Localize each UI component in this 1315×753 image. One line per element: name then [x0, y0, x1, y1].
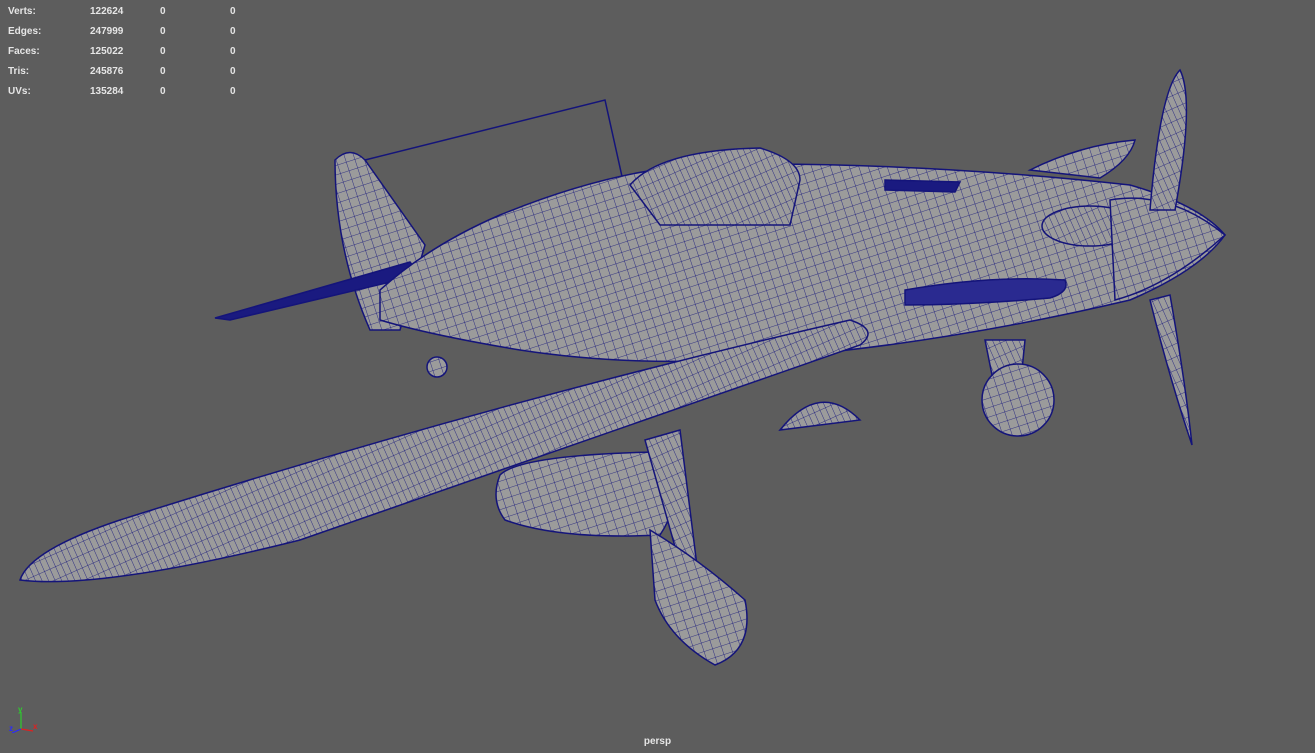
- hud-label: Edges:: [8, 25, 42, 37]
- hud-components: 0: [230, 65, 236, 77]
- hud-total: 135284: [90, 85, 124, 97]
- hud-total: 245876: [90, 65, 124, 77]
- hud-components: 0: [230, 45, 236, 57]
- hud-row-tris: Tris: 245876 0 0: [8, 61, 250, 81]
- exhaust-upper: [884, 179, 962, 193]
- axis-x-label: x: [33, 722, 38, 731]
- hud-row-edges: Edges: 247999 0 0: [8, 21, 250, 41]
- tail-wheel: [426, 356, 448, 378]
- axis-y-label: y: [18, 705, 23, 714]
- hud-label: Faces:: [8, 45, 40, 57]
- canopy: [629, 147, 801, 226]
- wheel-right: [981, 363, 1055, 437]
- axis-z-label: z: [9, 724, 13, 733]
- wheel-left: [649, 528, 748, 666]
- hud-selected: 0: [160, 85, 166, 97]
- hud-components: 0: [230, 25, 236, 37]
- hud-components: 0: [230, 5, 236, 17]
- flap: [778, 401, 862, 431]
- hud-total: 247999: [90, 25, 124, 37]
- poly-count-hud: Verts: 122624 0 0 Edges: 247999 0 0 Faces: 1250…: [8, 1, 250, 101]
- hud-label: Tris:: [8, 65, 30, 77]
- airplane-mesh[interactable]: [18, 68, 1227, 666]
- hud-total: 122624: [90, 5, 124, 17]
- camera-name-label: persp: [643, 736, 672, 747]
- hud-label: Verts:: [8, 5, 36, 17]
- hud-components: 0: [230, 85, 236, 97]
- hud-total: 125022: [90, 45, 124, 57]
- drop-tank: [495, 451, 675, 537]
- perspective-viewport[interactable]: [0, 0, 1315, 753]
- hud-row-faces: Faces: 125022 0 0: [8, 41, 250, 61]
- hud-selected: 0: [160, 65, 166, 77]
- propeller-blade-bottom: [1149, 294, 1193, 446]
- hud-selected: 0: [160, 5, 166, 17]
- antenna-wire: [364, 99, 626, 191]
- hud-row-verts: Verts: 122624 0 0: [8, 1, 250, 21]
- hud-label: UVs:: [8, 85, 31, 97]
- hud-selected: 0: [160, 45, 166, 57]
- hud-selected: 0: [160, 25, 166, 37]
- right-wing: [1027, 139, 1136, 179]
- propeller-blade-top: [1149, 68, 1188, 211]
- axis-gizmo-icon: y x z: [9, 705, 38, 733]
- spinner: [1109, 197, 1227, 301]
- hud-row-uvs: UVs: 135284 0 0: [8, 81, 250, 101]
